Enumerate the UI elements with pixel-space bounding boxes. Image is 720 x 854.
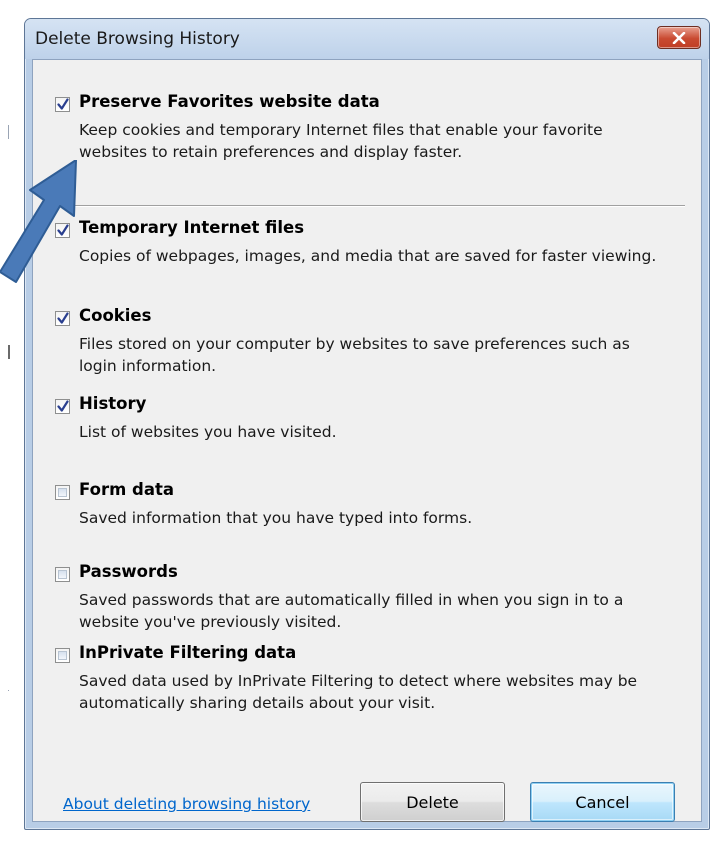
dialog-body: Preserve Favorites website data Keep coo… — [32, 59, 702, 822]
annotation-arrow-icon — [0, 160, 77, 283]
checkmark-icon — [57, 312, 69, 324]
checkbox-passwords[interactable] — [55, 567, 70, 582]
option-description: Saved passwords that are automatically f… — [79, 591, 624, 631]
delete-button[interactable]: Delete — [360, 782, 505, 822]
background-page-fragment — [8, 345, 10, 359]
cancel-button[interactable]: Cancel — [530, 782, 675, 822]
checkmark-icon — [57, 98, 69, 110]
about-deleting-history-link[interactable]: About deleting browsing history — [63, 795, 310, 813]
checkbox-preserve-favorites[interactable] — [55, 97, 70, 112]
option-label: Passwords — [79, 562, 178, 581]
option-label: Preserve Favorites website data — [79, 92, 380, 111]
option-label: History — [79, 394, 147, 413]
option-label: Form data — [79, 480, 174, 499]
option-label: Cookies — [79, 306, 152, 325]
checkbox-inner — [58, 651, 67, 660]
close-button[interactable] — [657, 26, 701, 49]
option-description: Saved data used by InPrivate Filtering t… — [79, 672, 638, 712]
close-icon — [672, 31, 686, 44]
checkbox-form-data[interactable] — [55, 485, 70, 500]
title-bar[interactable]: Delete Browsing History — [25, 19, 709, 59]
option-description: Keep cookies and temporary Internet file… — [79, 121, 603, 161]
checkbox-inprivate-filtering[interactable] — [55, 648, 70, 663]
background-page-fragment — [8, 125, 9, 139]
checkbox-cookies[interactable] — [55, 311, 70, 326]
option-label: InPrivate Filtering data — [79, 643, 297, 662]
option-description: Saved information that you have typed in… — [79, 509, 473, 527]
checkmark-icon — [57, 400, 69, 412]
dialog-title: Delete Browsing History — [35, 29, 240, 49]
checkbox-inner — [58, 570, 67, 579]
background-page-fragment — [8, 690, 9, 691]
delete-browsing-history-dialog: Delete Browsing History Preserve Favorit… — [24, 18, 710, 830]
checkbox-inner — [58, 488, 67, 497]
option-description: Files stored on your computer by website… — [79, 335, 630, 375]
checkbox-history[interactable] — [55, 399, 70, 414]
option-description: Copies of webpages, images, and media th… — [79, 247, 657, 265]
option-label: Temporary Internet files — [79, 218, 305, 237]
option-description: List of websites you have visited. — [79, 423, 337, 441]
separator — [63, 205, 685, 207]
